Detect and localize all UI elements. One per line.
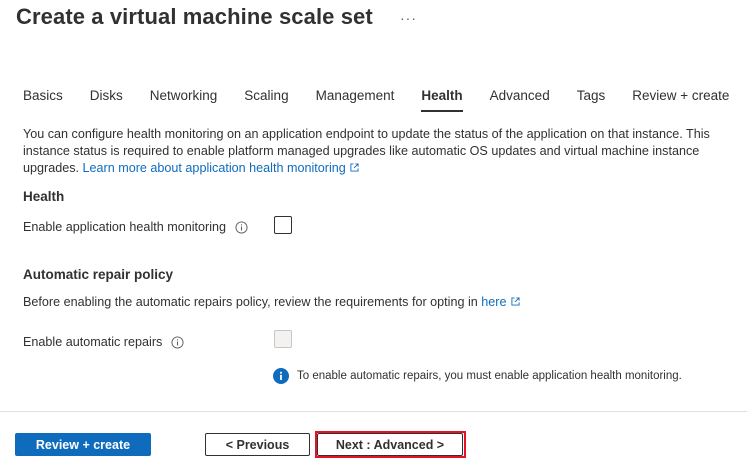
tab-review-create[interactable]: Review + create — [632, 86, 729, 112]
tab-basics[interactable]: Basics — [23, 86, 63, 112]
previous-button[interactable]: < Previous — [205, 433, 310, 456]
tab-scaling[interactable]: Scaling — [244, 86, 288, 112]
tab-health[interactable]: Health — [421, 86, 463, 112]
learn-more-link[interactable]: Learn more about application health moni… — [83, 161, 359, 175]
health-section-title: Health — [23, 189, 65, 204]
info-icon[interactable] — [235, 220, 248, 234]
repair-intro-text: Before enabling the automatic repairs po… — [23, 295, 482, 309]
learn-more-link-text: Learn more about application health moni… — [82, 161, 346, 175]
repair-intro: Before enabling the automatic repairs po… — [23, 295, 520, 309]
tab-advanced[interactable]: Advanced — [490, 86, 550, 112]
enable-automatic-repairs-checkbox[interactable] — [274, 330, 292, 348]
info-filled-icon — [273, 368, 289, 384]
tab-management[interactable]: Management — [316, 86, 395, 112]
enable-automatic-repairs-text: Enable automatic repairs — [23, 335, 163, 349]
review-create-button[interactable]: Review + create — [15, 433, 151, 456]
more-options-icon[interactable]: ··· — [400, 10, 417, 26]
requirements-here-link[interactable]: here — [481, 295, 520, 309]
external-link-icon — [510, 297, 520, 306]
external-link-icon — [350, 163, 359, 172]
enable-automatic-repairs-label: Enable automatic repairs — [23, 335, 184, 349]
enable-health-monitoring-label: Enable application health monitoring — [23, 220, 248, 234]
enable-health-monitoring-checkbox[interactable] — [274, 216, 292, 234]
tab-bar: Basics Disks Networking Scaling Manageme… — [23, 86, 747, 112]
tab-disks[interactable]: Disks — [90, 86, 123, 112]
footer-divider — [0, 411, 747, 412]
repair-section-title: Automatic repair policy — [23, 267, 174, 282]
highlight-box — [315, 431, 466, 458]
enable-health-monitoring-text: Enable application health monitoring — [23, 220, 227, 234]
page-title: Create a virtual machine scale set — [16, 4, 373, 29]
tab-tags[interactable]: Tags — [577, 86, 606, 112]
info-icon[interactable] — [171, 335, 184, 349]
health-description: You can configure health monitoring on a… — [23, 126, 745, 177]
here-link-text: here — [481, 295, 507, 309]
repair-info-text: To enable automatic repairs, you must en… — [297, 370, 682, 382]
tab-networking[interactable]: Networking — [150, 86, 218, 112]
repair-info-message: To enable automatic repairs, you must en… — [273, 368, 682, 384]
